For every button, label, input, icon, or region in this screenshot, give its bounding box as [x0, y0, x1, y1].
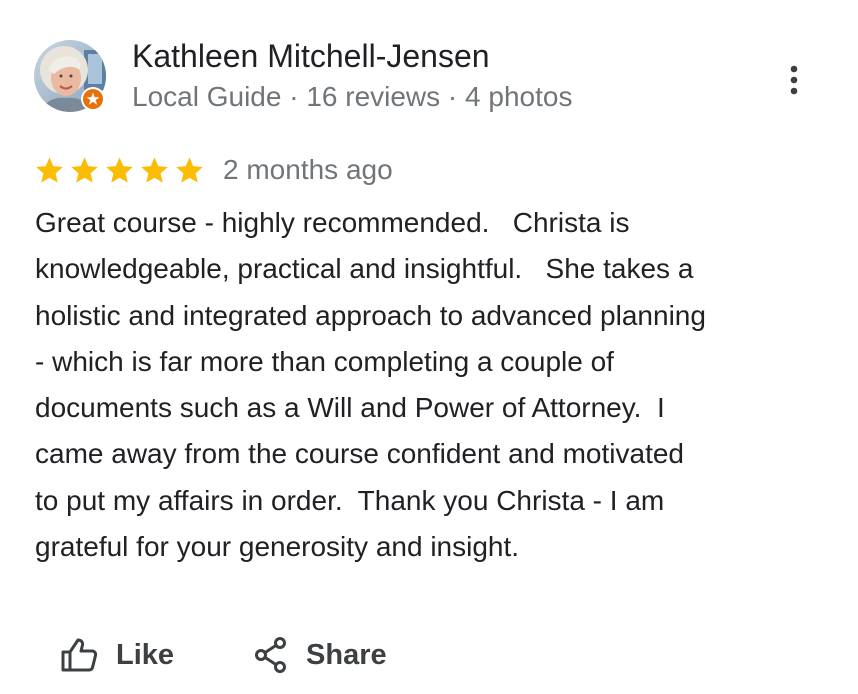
thumb-up-icon	[61, 638, 98, 672]
review-card: Kathleen Mitchell-Jensen Local Guide · 1…	[0, 0, 858, 694]
more-vert-icon	[790, 65, 798, 95]
star-icon	[141, 156, 168, 183]
review-actions: Like Share	[60, 630, 387, 680]
reviewer-name[interactable]: Kathleen Mitchell-Jensen	[132, 36, 490, 76]
share-label: Share	[306, 639, 387, 671]
share-button[interactable]: Share	[254, 630, 387, 680]
review-date: 2 months ago	[223, 154, 393, 185]
star-rating	[34, 155, 205, 186]
star-icon	[71, 156, 98, 183]
review-text: Great course - highly recommended. Chris…	[35, 207, 706, 563]
like-button[interactable]: Like	[60, 630, 174, 680]
star-icon	[106, 156, 133, 183]
like-label: Like	[116, 639, 175, 671]
reviewer-avatar[interactable]	[34, 40, 106, 112]
more-options-button[interactable]	[774, 58, 814, 102]
rating-row: 2 months ago	[34, 150, 393, 190]
local-guide-badge-icon	[80, 86, 106, 112]
share-icon	[255, 637, 287, 673]
star-icon	[176, 156, 203, 183]
reviewer-meta[interactable]: Local Guide · 16 reviews · 4 photos	[132, 78, 572, 116]
star-icon	[36, 156, 63, 183]
